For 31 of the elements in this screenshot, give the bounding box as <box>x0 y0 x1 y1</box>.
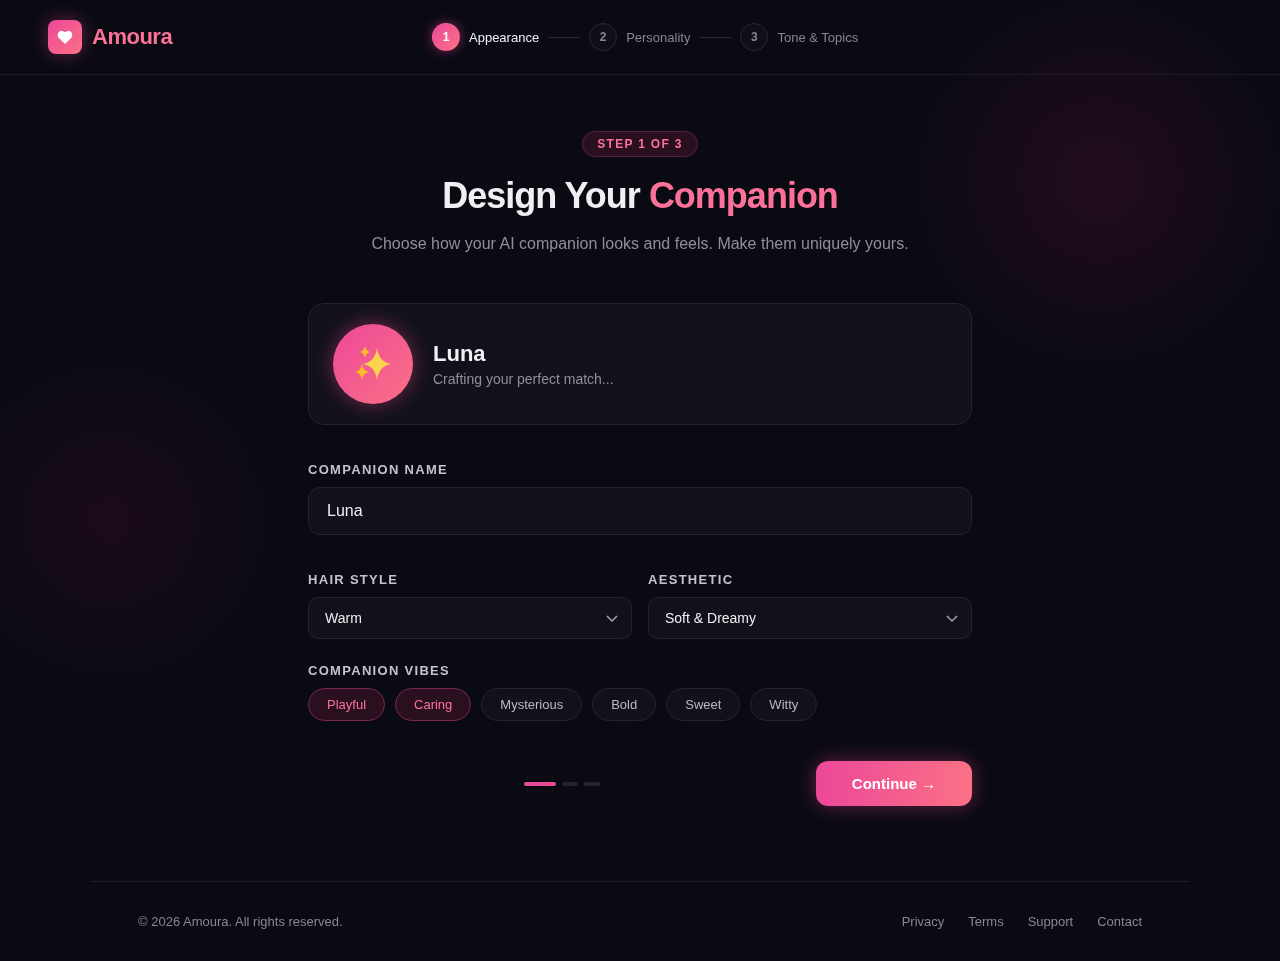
field-label: COMPANION NAME <box>308 462 449 477</box>
step-badge: STEP 1 OF 3 <box>582 131 698 157</box>
brand-name: Amoura <box>92 24 173 50</box>
page-subtitle: Choose how your AI companion looks and feels. Make them uniquely yours. <box>371 235 909 253</box>
vibe-chip[interactable]: Mysterious <box>481 688 583 721</box>
vibe-chip[interactable]: Witty <box>750 688 818 721</box>
vibe-chip[interactable]: Sweet <box>666 688 741 721</box>
vibe-chip[interactable]: Bold <box>592 688 657 721</box>
name-input-field[interactable]: Luna <box>308 487 972 535</box>
preview-caption: Crafting your perfect match... <box>433 371 614 387</box>
logo-icon <box>48 20 82 54</box>
page-title: Design Your Companion <box>442 175 838 217</box>
footer-link[interactable]: Privacy <box>901 914 945 929</box>
avatar-sparkles-icon <box>333 324 413 404</box>
footer-link[interactable]: Contact <box>1097 914 1142 929</box>
field-label: HAIR STYLE <box>308 572 400 587</box>
step-number[interactable]: 2 <box>589 23 618 51</box>
companion-name: Luna <box>433 341 487 367</box>
copyright-text: © 2026 Amoura. All rights reserved. <box>138 914 343 929</box>
step-label[interactable]: Appearance <box>469 29 540 45</box>
footer-link[interactable]: Terms <box>968 914 1004 929</box>
step-label[interactable]: Tone & Topics <box>777 29 859 45</box>
vibe-chip[interactable]: Playful <box>308 688 386 721</box>
dropdown-select[interactable]: Soft & Dreamy <box>648 597 972 639</box>
vibe-chip[interactable]: Caring <box>395 688 472 721</box>
dropdown-select[interactable]: Warm <box>308 597 632 639</box>
footer-link[interactable]: Support <box>1027 914 1074 929</box>
field-label: AESTHETIC <box>648 572 735 587</box>
field-label: COMPANION VIBES <box>308 663 452 678</box>
step-number[interactable]: 3 <box>740 23 769 51</box>
step-label[interactable]: Personality <box>626 29 691 45</box>
